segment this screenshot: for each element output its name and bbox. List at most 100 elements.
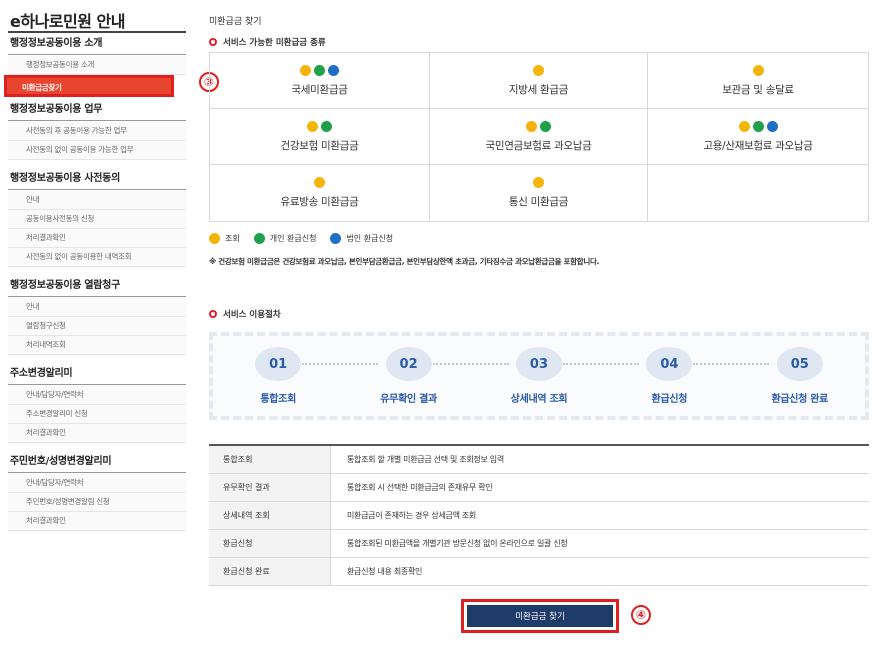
step-number: 04 (646, 347, 693, 381)
table-row-description: 통합조회된 미환급액을 개별기관 방문신청 없이 온라인으로 일괄 신청 (347, 539, 568, 548)
blue-dot-icon (328, 64, 339, 76)
green-dot-icon (314, 64, 325, 76)
sidebar: e하나로민원 안내 행정정보공동이용 소개 행정정보공동이용 소개 미환급금찾기… (4, 0, 186, 645)
yellow-dot-icon (307, 120, 318, 132)
bullet-ring-icon (209, 310, 217, 318)
health-insurance-note: ※ 건강보험 미환급금은 건강보험료 과오납금, 본인부담금환급금, 본인부담상… (209, 257, 600, 266)
table-row-header: 유무확인 결과 (209, 474, 331, 501)
sidebar-section-access-request[interactable]: 행정정보공동이용 열람청구 (8, 275, 186, 297)
sidebar-title: e하나로민원 안내 (8, 0, 186, 33)
yellow-dot-icon (752, 64, 764, 76)
step-number: 02 (385, 347, 432, 381)
dot-legend: 조회 개인 환급신청 법인 환급신청 (209, 233, 393, 244)
table-row: 환급신청 완료 환급신청 내용 최종확인 (209, 558, 869, 586)
sidebar-section-intro[interactable]: 행정정보공동이용 소개 (8, 33, 186, 55)
step-label: 유무확인 결과 (380, 394, 437, 405)
sidebar-item-id-result[interactable]: 처리결과확인 (8, 512, 186, 531)
green-dot-icon (253, 233, 265, 244)
table-row-description: 통합조회 할 개별 미환급금 선택 및 조회정보 입력 (347, 455, 504, 464)
refund-type-cell[interactable]: 통신 미환급금 (430, 165, 648, 221)
green-dot-icon (752, 120, 764, 132)
yellow-dot-icon (314, 177, 325, 188)
process-step: 03 상세내역 조회 (479, 347, 639, 405)
sidebar-item-consent-result[interactable]: 처리결과확인 (8, 229, 186, 248)
service-dots (300, 64, 339, 76)
step-number: 01 (255, 347, 302, 381)
table-row-header: 환급신청 (209, 530, 331, 557)
yellow-dot-icon (738, 120, 750, 132)
legend-item: 조회 (209, 233, 240, 244)
refund-type-label: 건강보험 미환급금 (280, 139, 359, 152)
blue-dot-icon (766, 120, 778, 132)
service-dots (533, 64, 544, 76)
sidebar-item-access-apply[interactable]: 열람청구신청 (8, 317, 186, 336)
refund-type-cell[interactable]: 건강보험 미환급금 (210, 109, 430, 165)
sidebar-item-address-contact[interactable]: 안내/담당자/연락처 (8, 386, 186, 405)
table-row: 환급신청 통합조회된 미환급액을 개별기관 방문신청 없이 온라인으로 일괄 신청 (209, 530, 869, 558)
process-step: 02 유무확인 결과 (349, 347, 509, 405)
refund-type-cell[interactable]: 고용/산재보험료 과오납금 (648, 109, 868, 165)
refund-type-cell[interactable]: 국민연금보험료 과오납금 (430, 109, 648, 165)
legend-label: 조회 (225, 234, 240, 243)
service-dots (307, 120, 332, 132)
process-step: 04 환급신청 (609, 347, 770, 405)
table-row-description: 환급신청 내용 최종확인 (347, 567, 423, 576)
refund-type-cell (648, 165, 868, 221)
sidebar-item-access-history[interactable]: 처리내역조회 (8, 336, 186, 355)
legend-item: 개인 환급신청 (253, 233, 316, 244)
yellow-dot-icon (533, 64, 544, 76)
legend-label: 법인 환급신청 (346, 234, 394, 243)
legend-item: 법인 환급신청 (330, 233, 393, 244)
refund-type-cell[interactable]: 유료방송 미환급금 (210, 165, 430, 221)
sidebar-section-address-alert[interactable]: 주소변경알리미 (8, 363, 186, 385)
sidebar-item-id-apply[interactable]: 주민번호/성명변경알림 신청 (8, 493, 186, 512)
service-dots (533, 177, 544, 188)
yellow-dot-icon (526, 120, 537, 132)
step-label: 상세내역 조회 (510, 394, 568, 405)
sidebar-item-no-consent-business[interactable]: 사전동의 없이 공동이용 가능한 업무 (8, 141, 186, 160)
bullet-ring-icon (209, 38, 217, 46)
process-table: 통합조회 통합조회 할 개별 미환급금 선택 및 조회정보 입력 유무확인 결과 통합… (209, 444, 869, 586)
service-dots (314, 177, 325, 188)
yellow-dot-icon (300, 64, 311, 76)
find-button-highlight: 미환급금 찾기 (461, 599, 619, 633)
yellow-dot-icon (533, 177, 544, 188)
table-row-header: 환급신청 완료 (209, 558, 331, 585)
yellow-dot-icon (209, 233, 220, 244)
sidebar-item-address-apply[interactable]: 주소변경알리미 신청 (8, 405, 186, 424)
process-steps: 01 통합조회 02 유무확인 결과 03 상세내역 조회 04 환급신청 05 환급신청 완료 (209, 332, 869, 420)
sidebar-item-consent-apply[interactable]: 공동이용사전동의 신청 (8, 210, 186, 229)
refund-type-label: 국세미환급금 (291, 83, 348, 96)
refund-type-cell[interactable]: 국세미환급금 (210, 53, 430, 109)
sidebar-item-consent-history[interactable]: 사전동의 없이 공동이용한 내역조회 (8, 248, 186, 267)
service-dots (752, 64, 764, 76)
sidebar-section-id-alert[interactable]: 주민번호/성명변경알리미 (8, 451, 186, 473)
sidebar-section-business[interactable]: 행정정보공동이용 업무 (8, 99, 186, 121)
step-number: 05 (776, 347, 823, 381)
refund-type-label: 지방세 환급금 (508, 83, 569, 96)
sidebar-item-id-contact[interactable]: 안내/담당자/연락처 (8, 474, 186, 493)
sidebar-item-find-refund[interactable]: 미환급금찾기 (4, 75, 174, 97)
process-section-text: 서비스 이용절차 (223, 310, 281, 320)
sidebar-item-access-guide[interactable]: 안내 (8, 298, 186, 317)
table-row-header: 상세내역 조회 (209, 502, 331, 529)
green-dot-icon (540, 120, 551, 132)
refund-type-cell[interactable]: 지방세 환급금 (430, 53, 648, 109)
process-step: 05 환급신청 완료 (740, 347, 860, 405)
process-section-label: 서비스 이용절차 (209, 308, 281, 320)
sidebar-item-consent-guide[interactable]: 안내 (8, 191, 186, 210)
sidebar-item-address-result[interactable]: 처리결과확인 (8, 424, 186, 443)
step-label: 환급신청 (651, 394, 688, 405)
find-refund-button[interactable]: 미환급금 찾기 (467, 605, 613, 627)
sidebar-item-consent-business[interactable]: 사전동의 후 공동이용 가능한 업무 (8, 122, 186, 141)
page-title: 미환급금 찾기 (209, 17, 262, 27)
refund-type-label: 고용/산재보험료 과오납금 (703, 139, 813, 152)
refund-type-cell[interactable]: 보관금 및 송달료 (648, 53, 868, 109)
step-label: 환급신청 완료 (771, 394, 829, 405)
types-section-text: 서비스 가능한 미환급금 종류 (223, 38, 326, 48)
sidebar-item-intro[interactable]: 행정정보공동이용 소개 (8, 56, 186, 75)
blue-dot-icon (330, 233, 342, 244)
service-dots (738, 120, 778, 132)
process-step: 01 통합조회 (218, 347, 379, 405)
sidebar-section-consent[interactable]: 행정정보공동이용 사전동의 (8, 168, 186, 190)
